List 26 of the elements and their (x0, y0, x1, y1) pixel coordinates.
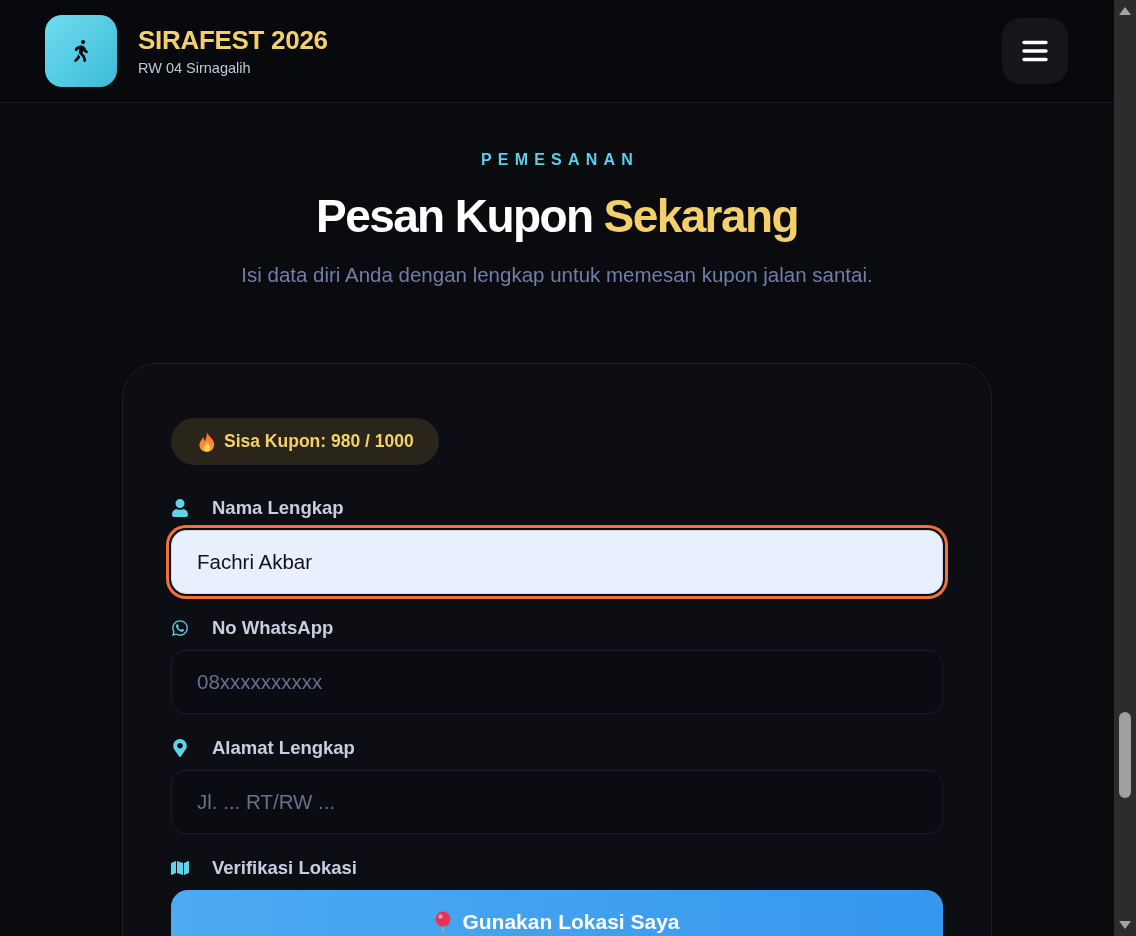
site-title: SIRAFEST 2026 (138, 25, 328, 55)
site-subtitle: RW 04 Sirnagalih (138, 59, 252, 77)
scrollbar-track[interactable] (1114, 0, 1136, 936)
walking-person-logo-icon (45, 15, 117, 87)
field-label: Verifikasi Lokasi (212, 856, 357, 880)
quota-text: Sisa Kupon: 980 / 1000 (224, 431, 414, 452)
page-heading: Pesan Kupon Sekarang (316, 189, 798, 244)
field-label: Nama Lengkap (212, 496, 344, 520)
pushpin-icon (434, 911, 453, 933)
menu-icon (1022, 40, 1048, 62)
field-label: No WhatsApp (212, 616, 334, 640)
text-input-field[interactable]: 08xxxxxxxxxx (171, 650, 943, 714)
text-input-field[interactable]: Jl. ... RT/RW ... (171, 770, 943, 834)
text-input-field[interactable]: Fachri Akbar (171, 530, 943, 594)
scroll-up-icon[interactable] (1118, 6, 1132, 16)
map-icon (171, 859, 189, 877)
flame-icon (199, 431, 215, 452)
phone-chat-icon (171, 619, 189, 637)
page-description: Isi data diri Anda dengan lengkap untuk memesan kupon jalan santai. (241, 262, 873, 288)
menu-button[interactable] (1002, 18, 1068, 84)
map-pin-icon (171, 739, 189, 757)
section-eyebrow: PEMESANAN (479, 150, 639, 170)
user-icon (171, 499, 189, 517)
field-label: Alamat Lengkap (212, 736, 355, 760)
scrollbar-thumb[interactable] (1119, 712, 1131, 798)
scroll-down-icon[interactable] (1118, 920, 1132, 930)
